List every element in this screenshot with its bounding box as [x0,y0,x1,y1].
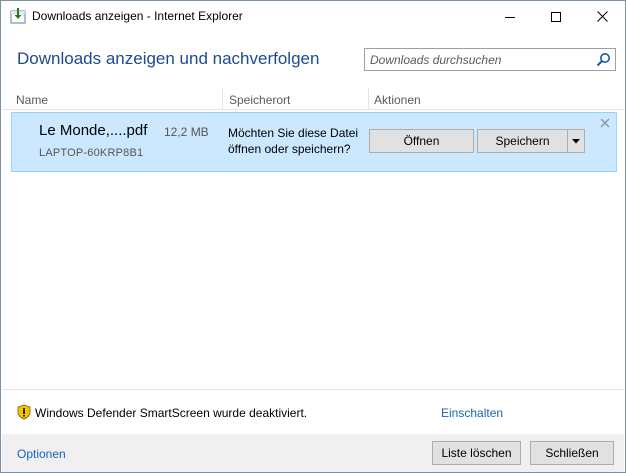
enable-smartscreen-link[interactable]: Einschalten [441,406,503,420]
footer: Optionen Liste löschen Schließen [2,434,624,472]
open-button[interactable]: Öffnen [369,129,474,153]
search-box[interactable] [364,48,616,71]
file-size: 12,2 MB [164,125,209,139]
close-icon [596,11,608,22]
save-options-dropdown[interactable] [567,129,585,153]
page-title: Downloads anzeigen und nachverfolgen [17,49,320,68]
close-icon [600,118,610,128]
chevron-down-icon [572,138,580,143]
window-title: Downloads anzeigen - Internet Explorer [32,9,243,23]
remove-download-button[interactable] [599,118,611,130]
maximize-icon [551,11,561,22]
close-window-button[interactable] [579,1,625,32]
smartscreen-message: Windows Defender SmartScreen wurde deakt… [35,406,308,420]
minimize-icon [505,16,515,18]
search-input[interactable] [365,49,591,70]
ie-downloads-icon [10,8,26,24]
column-divider [368,88,369,110]
maximize-button[interactable] [533,1,579,32]
downloads-window: Downloads anzeigen - Internet Explorer D… [0,0,626,473]
column-header-actions[interactable]: Aktionen [374,93,421,107]
smartscreen-bar: Windows Defender SmartScreen wurde deakt… [2,389,624,434]
save-button[interactable]: Speichern [477,129,568,153]
column-headers: Name Speicherort Aktionen [2,88,624,110]
file-name: Le Monde,....pdf [39,122,148,139]
download-row[interactable]: Le Monde,....pdf 12,2 MB LAPTOP-60KRP8B1… [11,112,617,172]
download-question: Möchten Sie diese Datei öffnen oder spei… [228,126,359,156]
options-link[interactable]: Optionen [17,447,66,461]
column-header-name[interactable]: Name [16,93,48,107]
minimize-button[interactable] [487,1,533,32]
clear-list-button[interactable]: Liste löschen [432,441,521,465]
close-button[interactable]: Schließen [530,441,614,465]
file-source: LAPTOP-60KRP8B1 [39,147,144,159]
title-bar[interactable]: Downloads anzeigen - Internet Explorer [1,1,625,32]
warning-shield-icon [16,404,32,420]
column-divider [222,88,223,110]
search-icon[interactable] [596,52,611,67]
column-header-location[interactable]: Speicherort [229,93,290,107]
